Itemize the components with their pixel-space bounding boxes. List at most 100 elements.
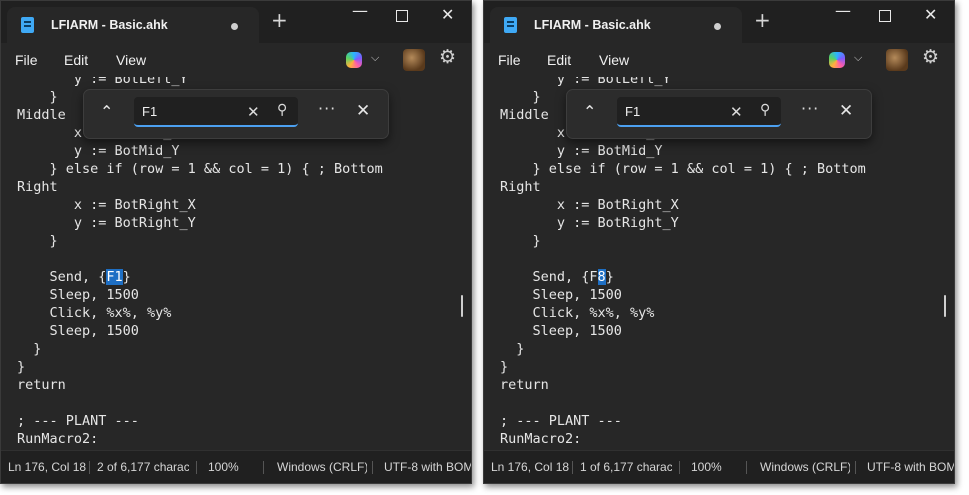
search-match-highlight: 8 (597, 269, 606, 285)
code-line: ; --- PLANT --- (500, 412, 866, 430)
code-line: y := BotRight_Y (500, 214, 866, 232)
code-line: } (500, 232, 866, 250)
close-find-icon[interactable]: ✕ (839, 101, 853, 121)
new-tab-icon[interactable]: + (271, 10, 288, 30)
code-text: ; --- PLANT --- (500, 413, 622, 429)
chevron-up-icon[interactable]: ⌃ (100, 102, 113, 121)
tab-title: LFIARM - Basic.ahk (534, 18, 651, 32)
code-text: Sleep, 1500 (500, 323, 622, 339)
code-text: Right (17, 179, 58, 195)
code-line: Sleep, 1500 (17, 286, 383, 304)
code-line: } (17, 232, 383, 250)
new-tab-icon[interactable]: + (754, 10, 771, 30)
code-text: Sleep, 1500 (17, 287, 139, 303)
menu-view[interactable]: View (116, 52, 146, 68)
code-text: } (500, 341, 525, 357)
code-line: } (500, 358, 866, 376)
menu-file[interactable]: File (15, 52, 38, 68)
code-text: } (17, 341, 42, 357)
menu-bar: File Edit View ⌵ ⚙ (1, 43, 471, 77)
encoding[interactable]: UTF-8 with BOM (384, 451, 471, 483)
document-tab[interactable]: LFIARM - Basic.ahk (7, 7, 259, 43)
status-divider (372, 461, 373, 474)
status-bar: Ln 176, Col 18 2 of 6,177 charac 100% Wi… (1, 450, 471, 483)
code-line: x := BotRight_X (500, 196, 866, 214)
find-input[interactable] (617, 97, 781, 127)
code-text: RunMacro2: (17, 431, 99, 447)
code-text: y := BotLeft_Y (17, 77, 188, 87)
code-text: Sleep, 1500 (500, 287, 622, 303)
status-divider (855, 461, 856, 474)
more-icon[interactable]: ··· (801, 99, 819, 118)
code-line: y := BotLeft_Y (500, 77, 866, 88)
code-text: return (500, 377, 549, 393)
code-text: Right (500, 179, 541, 195)
code-text: Click, %x%, %y% (17, 305, 172, 321)
code-line: return (500, 376, 866, 394)
code-line: ; --- PLANT --- (17, 412, 383, 430)
menu-view[interactable]: View (599, 52, 629, 68)
copilot-icon[interactable] (829, 52, 845, 68)
clear-icon[interactable]: ✕ (247, 103, 260, 121)
gear-icon[interactable]: ⚙ (922, 46, 939, 68)
chevron-up-icon[interactable]: ⌃ (583, 102, 596, 121)
code-line: y := BotMid_Y (500, 142, 866, 160)
avatar[interactable] (403, 49, 425, 71)
cursor-position: Ln 176, Col 18 (8, 460, 87, 474)
code-line: Click, %x%, %y% (17, 304, 383, 322)
document-tab[interactable]: LFIARM - Basic.ahk (490, 7, 742, 43)
maximize-icon[interactable] (396, 10, 408, 22)
code-text: Send, { (17, 269, 107, 285)
code-line: Right (17, 178, 383, 196)
chevron-down-icon[interactable]: ⌵ (371, 51, 379, 65)
more-icon[interactable]: ··· (318, 99, 336, 118)
code-text: x := BotRight_X (17, 197, 196, 213)
code-line: Send, {F1} (17, 268, 383, 286)
clear-icon[interactable]: ✕ (730, 103, 743, 121)
unsaved-dot-icon[interactable] (714, 23, 721, 30)
menu-edit[interactable]: Edit (64, 52, 88, 68)
notepad-window-2: LFIARM - Basic.ahk + — ✕ File Edit View … (483, 0, 955, 484)
minimize-icon[interactable]: — (352, 3, 368, 19)
search-icon[interactable]: ⚲ (760, 102, 770, 118)
encoding[interactable]: UTF-8 with BOM (867, 451, 954, 483)
code-text: } else if (row = 1 && col = 1) { ; Botto… (17, 161, 383, 177)
code-line: RunMacro2: (500, 430, 866, 448)
scrollbar-thumb[interactable] (461, 295, 463, 317)
minimize-icon[interactable]: — (835, 3, 851, 19)
find-input[interactable] (134, 97, 298, 127)
code-text: Send, {F (500, 269, 598, 285)
status-divider (89, 461, 90, 474)
close-icon[interactable]: ✕ (924, 7, 937, 23)
line-ending[interactable]: Windows (CRLF) (760, 451, 850, 483)
code-text: RunMacro2: (500, 431, 582, 447)
close-icon[interactable]: ✕ (441, 7, 454, 23)
code-text: y := BotLeft_Y (500, 77, 671, 87)
copilot-icon[interactable] (346, 52, 362, 68)
search-icon[interactable]: ⚲ (277, 102, 287, 118)
code-line: } (17, 358, 383, 376)
chevron-down-icon[interactable]: ⌵ (854, 51, 862, 65)
close-find-icon[interactable]: ✕ (356, 101, 370, 121)
gear-icon[interactable]: ⚙ (439, 46, 456, 68)
code-line: return (17, 376, 383, 394)
menu-file[interactable]: File (498, 52, 521, 68)
tab-title: LFIARM - Basic.ahk (51, 18, 168, 32)
unsaved-dot-icon[interactable] (231, 23, 238, 30)
code-text: } (17, 359, 26, 375)
status-divider (679, 461, 680, 474)
zoom-level[interactable]: 100% (208, 451, 248, 483)
code-text: y := BotMid_Y (500, 143, 663, 159)
code-text: } (605, 269, 614, 285)
code-text: } (500, 89, 541, 105)
code-line: x := BotRight_X (17, 196, 383, 214)
code-line: } else if (row = 1 && col = 1) { ; Botto… (17, 160, 383, 178)
maximize-icon[interactable] (879, 10, 891, 22)
avatar[interactable] (886, 49, 908, 71)
menu-edit[interactable]: Edit (547, 52, 571, 68)
line-ending[interactable]: Windows (CRLF) (277, 451, 367, 483)
zoom-level[interactable]: 100% (691, 451, 731, 483)
scrollbar-thumb[interactable] (944, 295, 946, 317)
